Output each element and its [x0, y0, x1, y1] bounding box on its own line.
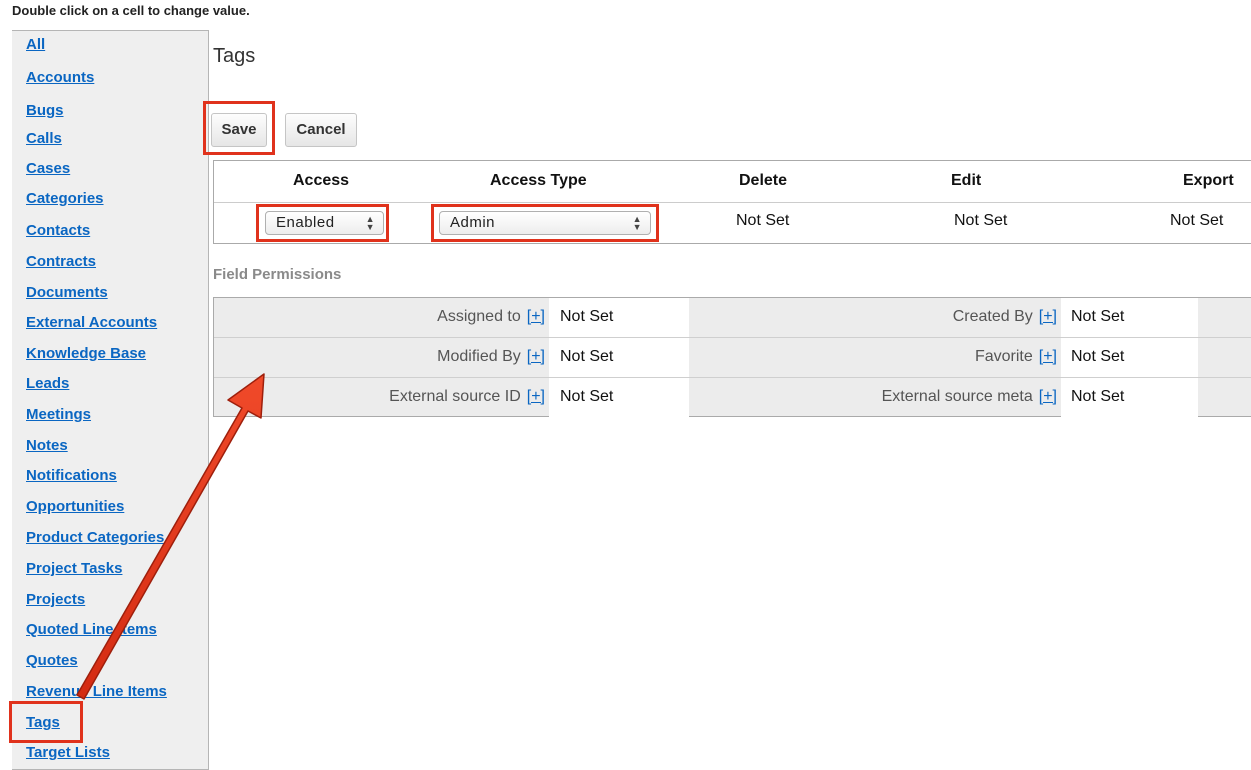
field-value[interactable]: Not Set [560, 308, 613, 326]
sidebar-item-tags[interactable]: Tags [26, 714, 60, 732]
sidebar-item-contacts[interactable]: Contacts [26, 222, 90, 240]
field-label: External source meta [+] [882, 388, 1057, 406]
header-delete: Delete [739, 172, 788, 189]
save-button[interactable]: Save [211, 113, 267, 147]
updown-arrows-icon: ▲ ▼ [365, 214, 375, 232]
field-label: External source ID [+] [389, 388, 545, 406]
expand-link[interactable]: [+] [527, 348, 545, 365]
access-select-value: Enabled [276, 214, 335, 231]
sidebar-item-revenue-line-items[interactable]: Revenue Line Items [26, 683, 167, 701]
field-label-text: External source ID [389, 388, 521, 405]
sidebar-item-external-accounts[interactable]: External Accounts [26, 314, 157, 332]
sidebar-item-accounts[interactable]: Accounts [26, 69, 94, 87]
header-access: Access [293, 172, 350, 189]
sidebar-item-projects[interactable]: Projects [26, 591, 85, 609]
module-sidebar: All Accounts Bugs Calls Cases Categories… [12, 30, 209, 770]
sidebar-item-opportunities[interactable]: Opportunities [26, 498, 124, 516]
field-permissions-table: Assigned to [+] Not Set Created By [+] Not… [213, 297, 1251, 417]
edit-value[interactable]: Not Set [954, 212, 1007, 230]
sidebar-item-meetings[interactable]: Meetings [26, 406, 91, 424]
field-value[interactable]: Not Set [560, 388, 613, 406]
delete-value[interactable]: Not Set [736, 212, 789, 230]
access-type-select-value: Admin [450, 214, 496, 231]
header-divider [214, 202, 1251, 203]
field-label-text: Modified By [437, 348, 521, 365]
sidebar-item-product-categories[interactable]: Product Categories [26, 529, 164, 547]
field-label-text: Created By [952, 308, 1033, 325]
sidebar-item-notes[interactable]: Notes [26, 437, 68, 455]
header-edit: Edit [951, 172, 982, 189]
sidebar-item-notifications[interactable]: Notifications [26, 467, 117, 485]
field-value[interactable]: Not Set [1071, 348, 1124, 366]
sidebar-item-all[interactable]: All [26, 36, 45, 54]
sidebar-item-contracts[interactable]: Contracts [26, 253, 96, 271]
sidebar-item-bugs[interactable]: Bugs [26, 102, 64, 120]
sidebar-item-calls[interactable]: Calls [26, 130, 62, 148]
cancel-button[interactable]: Cancel [285, 113, 357, 147]
field-label-text: Assigned to [437, 308, 521, 325]
sidebar-item-quoted-line-items[interactable]: Quoted Line Items [26, 621, 157, 639]
access-type-select[interactable]: Admin ▲ ▼ [439, 211, 651, 235]
field-row: External source ID [+] Not Set External s… [214, 378, 1251, 418]
field-label: Modified By [+] [437, 348, 545, 366]
header-access-type: Access Type [490, 172, 587, 189]
expand-link[interactable]: [+] [527, 388, 545, 405]
expand-link[interactable]: [+] [1039, 388, 1057, 405]
expand-link[interactable]: [+] [527, 308, 545, 325]
field-label-text: External source meta [881, 388, 1033, 405]
access-select[interactable]: Enabled ▲ ▼ [265, 211, 384, 235]
field-label: Favorite [+] [975, 348, 1057, 366]
sidebar-item-project-tasks[interactable]: Project Tasks [26, 560, 122, 578]
expand-link[interactable]: [+] [1039, 348, 1057, 365]
field-label-text: Favorite [974, 348, 1033, 365]
sidebar-item-documents[interactable]: Documents [26, 284, 108, 302]
field-label: Created By [+] [953, 308, 1057, 326]
header-export: Export [1183, 172, 1234, 189]
instruction-text: Double click on a cell to change value. [12, 3, 250, 18]
sidebar-item-categories[interactable]: Categories [26, 190, 104, 208]
export-value[interactable]: Not Set [1170, 212, 1223, 230]
field-value[interactable]: Not Set [1071, 308, 1124, 326]
field-label: Assigned to [+] [437, 308, 545, 326]
field-row: Modified By [+] Not Set Favorite [+] Not S… [214, 338, 1251, 378]
sidebar-item-cases[interactable]: Cases [26, 160, 70, 178]
field-row: Assigned to [+] Not Set Created By [+] Not… [214, 298, 1251, 338]
sidebar-item-knowledge-base[interactable]: Knowledge Base [26, 345, 146, 363]
sidebar-item-quotes[interactable]: Quotes [26, 652, 78, 670]
expand-link[interactable]: [+] [1039, 308, 1057, 325]
field-value[interactable]: Not Set [560, 348, 613, 366]
page-title: Tags [213, 45, 256, 67]
sidebar-item-leads[interactable]: Leads [26, 375, 69, 393]
field-permissions-label: Field Permissions [213, 266, 342, 283]
updown-arrows-icon: ▲ ▼ [632, 214, 642, 232]
sidebar-item-target-lists[interactable]: Target Lists [26, 744, 110, 762]
field-value[interactable]: Not Set [1071, 388, 1124, 406]
